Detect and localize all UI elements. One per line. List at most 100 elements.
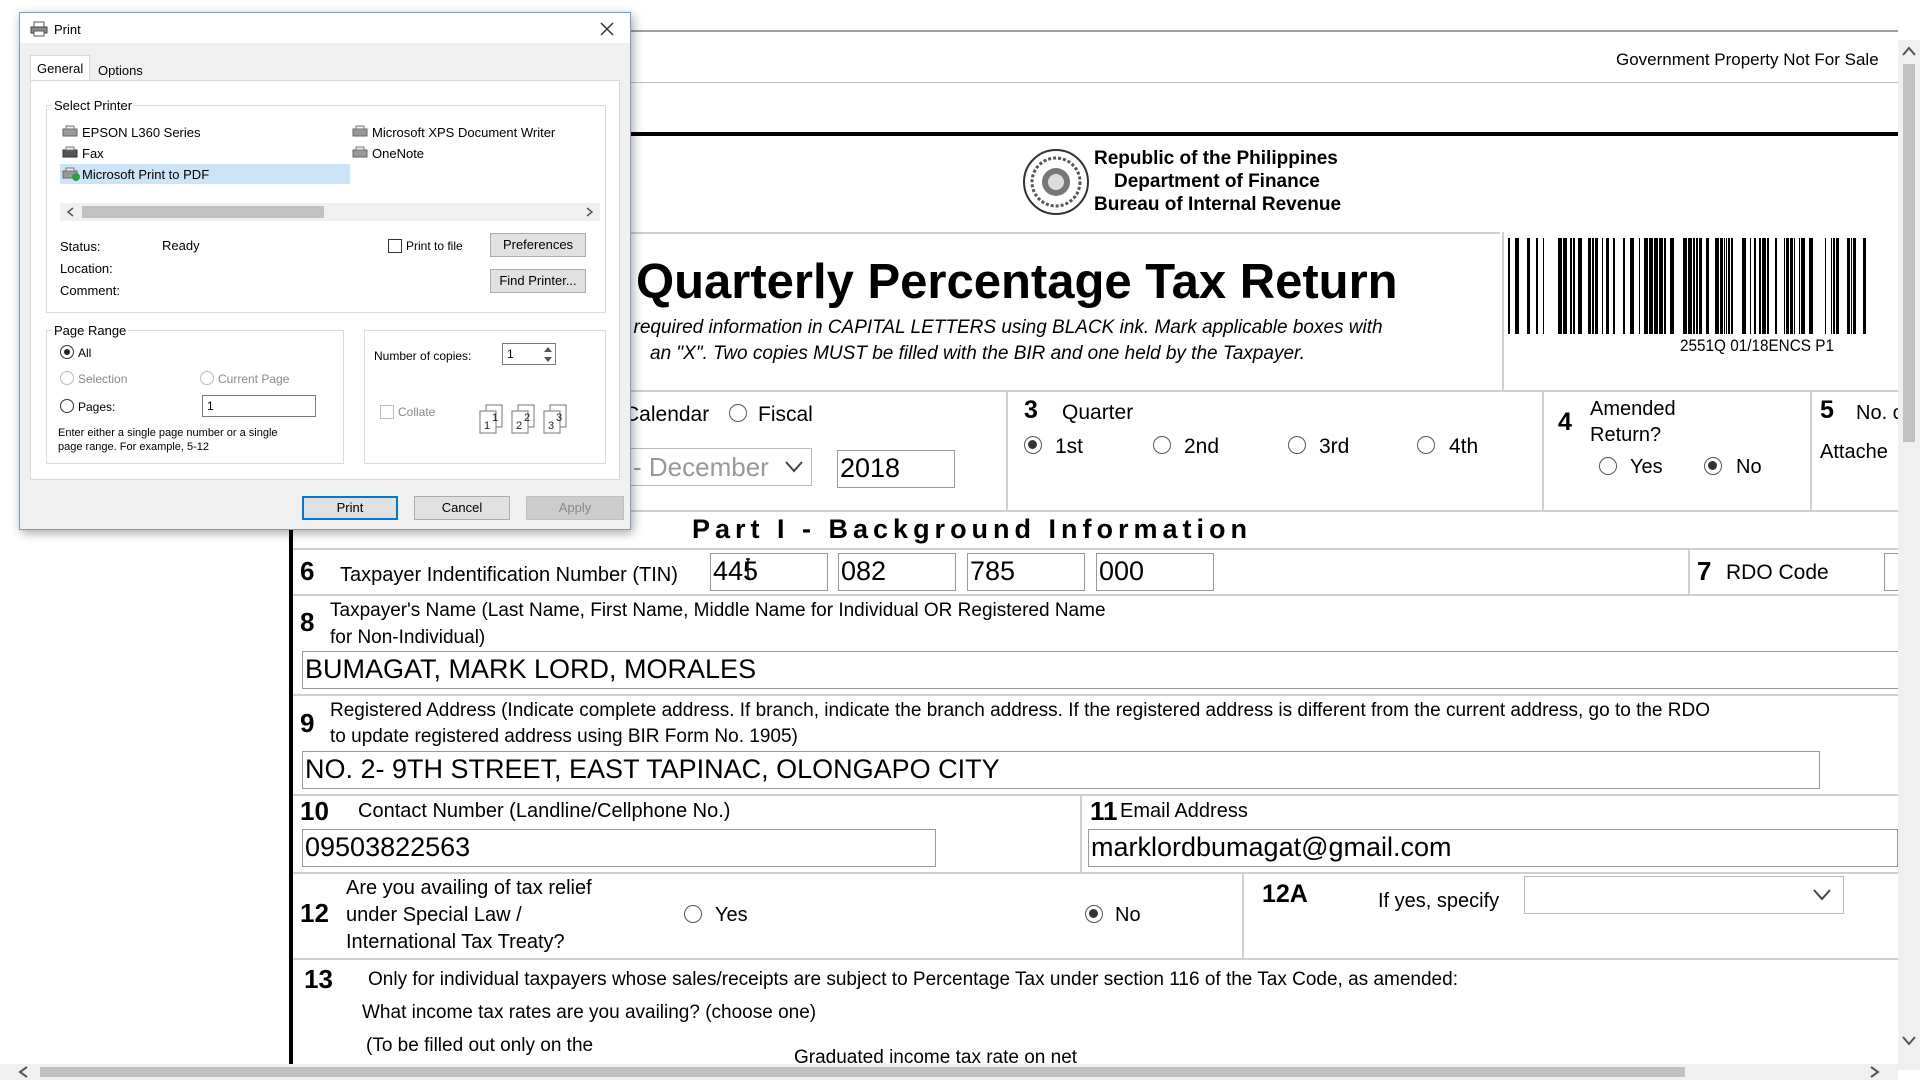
print-to-file-checkbox[interactable]: [388, 239, 402, 253]
contact-number-field[interactable]: 09503822563: [302, 829, 936, 867]
tax-relief-yes-label: Yes: [715, 904, 748, 926]
comment-label: Comment:: [60, 283, 120, 298]
copies-stepper[interactable]: 1: [502, 343, 556, 365]
svg-text:3: 3: [548, 420, 554, 432]
scroll-up-icon[interactable]: [1902, 46, 1916, 56]
collate-checkbox[interactable]: [380, 405, 394, 419]
amended-no-radio[interactable]: [1704, 457, 1722, 475]
tax-relief-no-radio[interactable]: [1085, 905, 1103, 923]
preferences-button[interactable]: Preferences: [490, 233, 586, 257]
apply-button[interactable]: Apply: [526, 496, 624, 520]
page-range-hint-2: page range. For example, 5-12: [58, 441, 210, 453]
contact-num: 10: [300, 796, 329, 826]
printer-name: Fax: [82, 146, 104, 161]
tax-relief-label-2: under Special Law /: [346, 904, 522, 926]
row2-divider-1: [1006, 392, 1008, 510]
printer-item-pdf[interactable]: Microsoft Print to PDF: [60, 164, 350, 184]
close-icon[interactable]: [600, 22, 614, 36]
quarter-3rd-radio[interactable]: [1288, 436, 1306, 454]
tab-options[interactable]: Options: [98, 63, 143, 78]
amended-yes-radio[interactable]: [1599, 457, 1617, 475]
income-rate-num: 13: [304, 964, 333, 994]
tax-relief-yes-radio[interactable]: [684, 905, 702, 923]
fiscal-label: Fiscal: [758, 403, 813, 426]
year-field[interactable]: 2018: [837, 450, 955, 488]
find-printer-button[interactable]: Find Printer...: [490, 269, 586, 293]
collate-pages-icon: 11 22 33: [479, 404, 567, 434]
fiscal-radio[interactable]: [729, 404, 747, 422]
month-select-value: - December: [633, 452, 769, 482]
printer-icon: [62, 125, 78, 137]
taxpayer-name-field[interactable]: BUMAGAT, MARK LORD, MORALES: [302, 651, 1912, 689]
part1-title: Part I - Background Information: [692, 514, 1253, 544]
page-range-all-radio[interactable]: [60, 345, 74, 359]
printer-name: Microsoft Print to PDF: [82, 167, 210, 182]
quarter-4th-label: 4th: [1449, 435, 1479, 458]
printer-icon: [352, 146, 368, 158]
printer-item-fax[interactable]: Fax: [60, 144, 310, 162]
page-range-pages-radio[interactable]: [60, 399, 74, 413]
month-select[interactable]: - December: [628, 448, 812, 486]
vertical-scroll-thumb[interactable]: [1903, 64, 1915, 442]
quarter-label: Quarter: [1062, 401, 1134, 424]
page-range-selection-radio[interactable]: [60, 371, 74, 385]
tin-field-2[interactable]: 082: [838, 553, 956, 591]
horizontal-scroll-thumb[interactable]: [40, 1067, 1685, 1077]
name-num: 8: [300, 607, 315, 637]
name-label-1: Taxpayer's Name (Last Name, First Name, …: [330, 600, 1106, 621]
printer-list-scrollbar[interactable]: [60, 203, 600, 221]
printer-list-scroll-thumb[interactable]: [82, 206, 324, 218]
scroll-left-icon[interactable]: [66, 207, 74, 217]
amended-num: 4: [1558, 408, 1572, 436]
quarter-2nd-radio[interactable]: [1153, 436, 1171, 454]
page-range-current-radio[interactable]: [200, 371, 214, 385]
tin-num: 6: [300, 556, 315, 586]
svg-text:2: 2: [524, 412, 530, 424]
printer-item-xps[interactable]: Microsoft XPS Document Writer: [350, 123, 600, 141]
tin-field-3[interactable]: 785: [967, 553, 1085, 591]
pages-input[interactable]: 1: [202, 395, 316, 417]
f12-bottom-rule: [293, 958, 1898, 960]
email-label: Email Address: [1120, 800, 1248, 822]
tax-relief-no-label: No: [1115, 904, 1141, 926]
email-field[interactable]: marklordbumagat@gmail.com: [1088, 829, 1898, 867]
tin-field-1[interactable]: 445: [710, 553, 828, 591]
calendar-label: Calendar: [624, 403, 710, 426]
dialog-title-bar[interactable]: [20, 13, 630, 43]
specify-select[interactable]: [1524, 876, 1844, 914]
tin-field-4[interactable]: 000: [1096, 553, 1214, 591]
scroll-left-icon[interactable]: [18, 1066, 28, 1078]
agency-line3: Bureau of Internal Revenue: [1094, 194, 1342, 215]
barcode-image: [1508, 238, 1866, 334]
contact-label: Contact Number (Landline/Cellphone No.): [358, 800, 731, 822]
page-range-selection-label: Selection: [78, 372, 128, 386]
printer-item-onenote[interactable]: OneNote: [350, 144, 600, 162]
printer-name: OneNote: [372, 146, 425, 161]
registered-address-field[interactable]: NO. 2- 9TH STREET, EAST TAPINAC, OLONGAP…: [302, 751, 1820, 789]
scroll-down-icon[interactable]: [1902, 1036, 1916, 1046]
scroll-right-icon[interactable]: [586, 207, 594, 217]
vertical-scrollbar[interactable]: [1898, 40, 1920, 1070]
printer-icon: [30, 21, 48, 37]
scroll-right-icon[interactable]: [1870, 1066, 1880, 1078]
income-rate-label-1: Only for individual taxpayers whose sale…: [368, 969, 1458, 990]
row2-divider-2: [1542, 392, 1544, 510]
quarter-2nd-label: 2nd: [1184, 435, 1220, 458]
cancel-button[interactable]: Cancel: [414, 496, 510, 520]
stepper-down-icon[interactable]: [543, 356, 553, 363]
stepper-up-icon[interactable]: [543, 346, 553, 353]
printer-item-epson[interactable]: EPSON L360 Series: [60, 123, 310, 141]
svg-text:3: 3: [556, 412, 562, 424]
title-top-rule: [628, 232, 1500, 234]
horizontal-scrollbar[interactable]: [0, 1064, 1898, 1080]
tab-general[interactable]: General: [30, 55, 90, 81]
row2-divider-3: [1810, 392, 1812, 510]
f12-f12a-divider: [1242, 874, 1244, 958]
print-button[interactable]: Print: [302, 496, 398, 520]
quarter-1st-radio[interactable]: [1024, 436, 1042, 454]
page-range-all-label: All: [78, 346, 92, 360]
tin-label: Taxpayer Indentification Number (TIN): [340, 564, 678, 586]
f10-bottom-rule: [293, 872, 1898, 874]
sheets-num: 5: [1820, 396, 1834, 424]
quarter-4th-radio[interactable]: [1417, 436, 1435, 454]
